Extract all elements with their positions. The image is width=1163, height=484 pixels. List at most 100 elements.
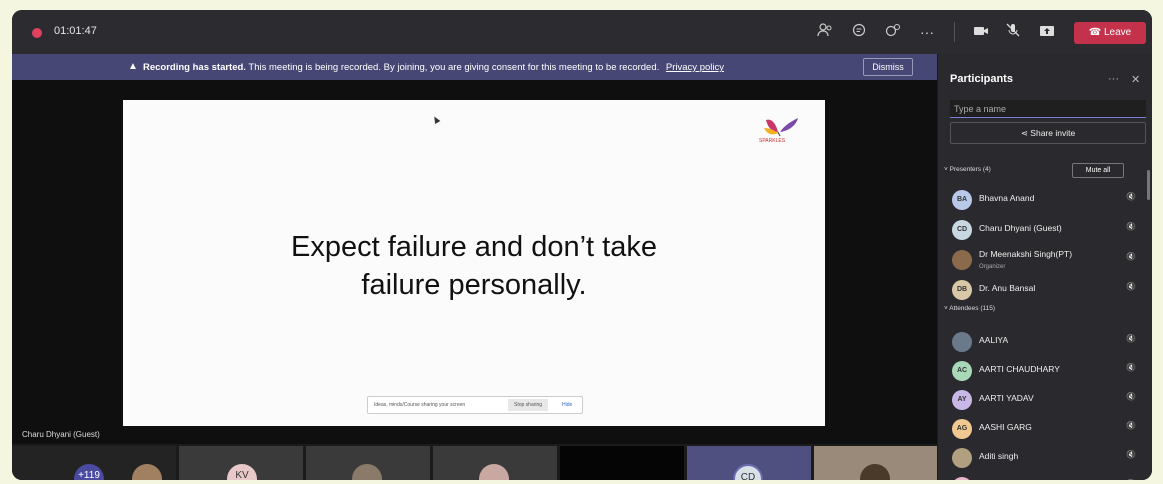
recording-banner: ▲ Recording has started. This meeting is… xyxy=(12,54,937,80)
mic-muted-icon: 🔇 xyxy=(1126,334,1136,343)
mouse-cursor-icon xyxy=(431,114,441,125)
participant-search-input[interactable] xyxy=(950,100,1146,118)
video-gallery: +119 KV CD xyxy=(12,446,937,480)
avatar xyxy=(952,332,972,352)
share-bar-message: Ideas, minds/Course sharing your screen xyxy=(374,402,466,408)
participants-icon[interactable] xyxy=(814,22,836,42)
share-invite-label: Share invite xyxy=(1030,128,1076,138)
gallery-tile[interactable]: CD xyxy=(687,446,811,480)
mic-muted-icon: 🔇 xyxy=(1126,252,1136,261)
participant-name: Dr Meenakshi Singh(PT) xyxy=(979,249,1073,259)
slide-logo-text: SPARKLES xyxy=(759,138,786,144)
close-icon[interactable]: ✕ xyxy=(1131,73,1140,86)
share-invite-button[interactable]: ⋖ Share invite xyxy=(950,122,1146,144)
toolbar-divider xyxy=(954,22,955,42)
recording-banner-text: Recording has started. This meeting is b… xyxy=(143,62,724,73)
participants-title: Participants xyxy=(950,73,1013,85)
leave-button[interactable]: ☎ Leave xyxy=(1074,22,1146,44)
hide-share-bar-button[interactable]: Hide xyxy=(562,402,572,408)
attendees-label: Attendees (115) xyxy=(949,305,996,312)
avatar xyxy=(952,477,972,480)
meeting-toolbar: 01:01:47 ··· ☎ Leave xyxy=(12,10,1152,54)
meeting-timer: 01:01:47 xyxy=(54,25,97,37)
reactions-icon[interactable] xyxy=(882,22,904,42)
mic-muted-icon: 🔇 xyxy=(1126,282,1136,291)
participant-name: AALIYA xyxy=(979,335,1009,345)
participant-row[interactable]: AG AASHI GARG 🔇 xyxy=(948,417,1138,439)
more-options-icon[interactable]: ··· xyxy=(916,22,938,42)
participant-photo xyxy=(352,464,382,480)
share-screen-icon[interactable] xyxy=(1036,22,1058,42)
participant-row[interactable]: BA Bhavna Anand 🔇 xyxy=(948,188,1138,210)
phone-hangup-icon: ☎ xyxy=(1088,27,1104,38)
leave-label: Leave xyxy=(1103,27,1132,38)
avatar: AG xyxy=(952,419,972,439)
avatar xyxy=(952,250,972,270)
gallery-tile[interactable]: +119 xyxy=(12,446,176,480)
gallery-tile[interactable] xyxy=(306,446,430,480)
avatar: BA xyxy=(952,190,972,210)
recording-indicator-icon xyxy=(32,28,42,38)
mic-muted-icon: 🔇 xyxy=(1126,450,1136,459)
participant-photo xyxy=(860,464,890,480)
speaker-name-label: Charu Dhyani (Guest) xyxy=(22,430,100,439)
participant-photo xyxy=(479,464,509,480)
participant-row[interactable]: AJAY AGLEEL🔇 xyxy=(948,475,1138,480)
participant-photo xyxy=(132,464,162,480)
panel-more-icon[interactable]: ··· xyxy=(1108,73,1119,85)
mic-muted-icon: 🔇 xyxy=(1126,392,1136,401)
share-icon: ⋖ xyxy=(1020,128,1031,138)
participant-row[interactable]: DB Dr. Anu Bansal 🔇 xyxy=(948,278,1138,300)
chat-icon[interactable] xyxy=(848,22,870,42)
gallery-tile[interactable] xyxy=(814,446,937,480)
participant-row[interactable]: AY AARTI YADAV 🔇 xyxy=(948,388,1138,410)
mic-muted-icon: 🔇 xyxy=(1126,363,1136,372)
camera-icon[interactable] xyxy=(970,22,992,42)
meeting-window: 01:01:47 ··· ☎ Leave ▲ Recording has sta… xyxy=(12,10,1152,480)
participant-row[interactable]: Dr Meenakshi Singh(PT) Organizer 🔇 xyxy=(948,248,1138,270)
presenters-section-header[interactable]: ˅ Presenters (4) xyxy=(944,166,991,173)
participant-name: AARTI CHAUDHARY xyxy=(979,364,1060,374)
shared-screen-stage: ▲ Recording has started. This meeting is… xyxy=(12,54,937,444)
participant-name: AARTI YADAV xyxy=(979,393,1034,403)
dismiss-button[interactable]: Dismiss xyxy=(863,58,913,76)
slide-title: Expect failure and don’t take failure pe… xyxy=(123,228,825,304)
presenters-label: Presenters (4) xyxy=(949,166,991,173)
avatar: AC xyxy=(952,361,972,381)
participants-panel: Participants ··· ✕ ⋖ Share invite ˅ Pres… xyxy=(938,54,1152,480)
mute-all-button[interactable]: Mute all xyxy=(1072,163,1124,178)
gallery-tile[interactable]: KV xyxy=(179,446,303,480)
recording-banner-bold: Recording has started. xyxy=(143,62,246,73)
gallery-tile[interactable] xyxy=(433,446,557,480)
participant-row[interactable]: Aditi singh 🔇 xyxy=(948,446,1138,468)
scrollbar[interactable] xyxy=(1147,170,1150,200)
participant-name: Bhavna Anand xyxy=(979,193,1035,203)
slide-title-line-2: failure personally. xyxy=(361,269,587,301)
participant-row[interactable]: CD Charu Dhyani (Guest) 🔇 xyxy=(948,218,1138,240)
avatar: AY xyxy=(952,390,972,410)
participant-row[interactable]: AALIYA 🔇 xyxy=(948,330,1138,352)
overflow-count-badge: +119 xyxy=(74,464,104,480)
mic-muted-icon: 🔇 xyxy=(1126,222,1136,231)
gallery-tile[interactable] xyxy=(560,446,684,480)
mic-muted-icon: 🔇 xyxy=(1126,479,1136,480)
participant-row[interactable]: AC AARTI CHAUDHARY 🔇 xyxy=(948,359,1138,381)
participant-name: Charu Dhyani (Guest) xyxy=(979,223,1062,233)
attendees-section-header[interactable]: ˅ Attendees (115) xyxy=(944,305,995,312)
avatar xyxy=(952,448,972,468)
presentation-slide: SPARKLES Expect failure and don’t take f… xyxy=(123,100,825,426)
mic-off-icon[interactable] xyxy=(1002,22,1024,42)
participant-role: Organizer xyxy=(979,264,1006,270)
avatar: DB xyxy=(952,280,972,300)
participant-name: Dr. Anu Bansal xyxy=(979,283,1036,293)
screen-share-bar: Ideas, minds/Course sharing your screen … xyxy=(367,396,583,414)
avatar: CD xyxy=(952,220,972,240)
warning-icon: ▲ xyxy=(128,61,138,72)
privacy-policy-link[interactable]: Privacy policy xyxy=(666,62,724,73)
participant-avatar: CD xyxy=(733,464,763,480)
mic-muted-icon: 🔇 xyxy=(1126,421,1136,430)
participant-avatar: KV xyxy=(227,464,257,480)
slide-title-line-1: Expect failure and don’t take xyxy=(291,231,657,263)
participant-name: AASHI GARG xyxy=(979,422,1032,432)
stop-sharing-button[interactable]: Stop sharing xyxy=(508,399,549,411)
